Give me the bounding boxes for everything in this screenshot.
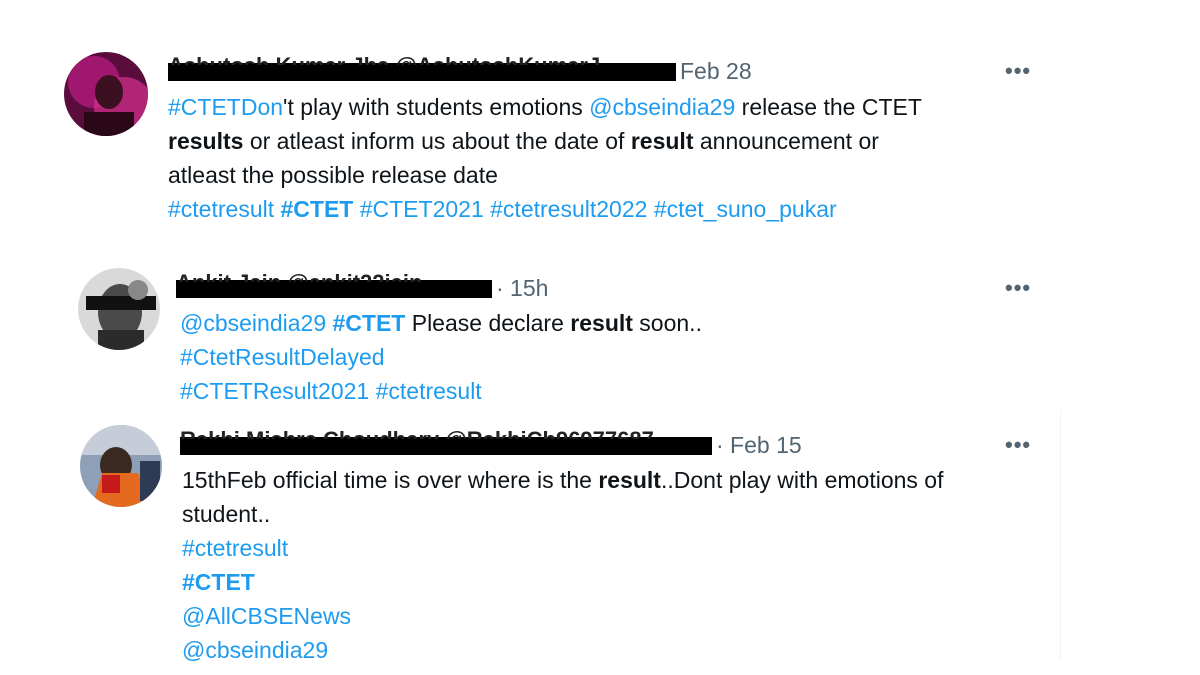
tweet-line: #CTETResult2021 #ctetresult <box>180 374 702 408</box>
tweet-header: Ashutosh Kumar Jha @AshutoshKumarJ Feb 2… <box>168 53 752 85</box>
redacted-username: Rakhi Mishra Choudhary @RakhiCh96977687 <box>180 427 712 455</box>
tweet-timestamp[interactable]: Feb 28 <box>680 58 752 85</box>
tweet-timestamp[interactable]: · 15h <box>496 275 548 302</box>
more-horizontal-icon[interactable]: ••• <box>1005 277 1031 299</box>
text-span: Please declare <box>405 310 571 336</box>
mention-link[interactable]: @cbseindia29 <box>180 310 326 336</box>
more-horizontal-icon[interactable]: ••• <box>1005 60 1031 82</box>
hashtag-link[interactable]: #CtetResultDelayed <box>180 344 385 370</box>
tweet-text: 15thFeb official time is over where is t… <box>182 463 944 667</box>
hashtag-link[interactable]: #ctetresult2022 <box>490 196 647 222</box>
hashtag-link[interactable]: #CTET <box>182 569 255 595</box>
tweet-line: #ctetresult <box>182 531 944 565</box>
more-horizontal-icon[interactable]: ••• <box>1005 434 1031 456</box>
tweet-line: @AllCBSENews <box>182 599 944 633</box>
tweet-line: results or atleast inform us about the d… <box>168 124 922 158</box>
tweet-header: Ankit Jain @ankit22jain · 15h <box>176 270 548 302</box>
hashtag-link[interactable]: #ctetresult <box>182 535 288 561</box>
tweet-header: Rakhi Mishra Choudhary @RakhiCh96977687 … <box>180 427 802 459</box>
divider <box>1060 410 1061 660</box>
tweet-line: #ctetresult #CTET #CTET2021 #ctetresult2… <box>168 192 922 226</box>
hashtag-link[interactable]: #ctetresult <box>376 378 482 404</box>
tweet-line: atleast the possible release date <box>168 158 922 192</box>
avatar[interactable] <box>78 268 160 350</box>
avatar[interactable] <box>80 425 162 507</box>
avatar[interactable] <box>64 52 148 136</box>
redacted-username: Ashutosh Kumar Jha @AshutoshKumarJ <box>168 53 676 81</box>
tweet-line: #CTET <box>182 565 944 599</box>
text-span: student.. <box>182 501 271 527</box>
text-span: announcement or <box>693 128 879 154</box>
tweet-thread-screenshot: Ashutosh Kumar Jha @AshutoshKumarJ Feb 2… <box>0 0 1200 675</box>
text-span: release the CTET <box>735 94 922 120</box>
tweet-line: student.. <box>182 497 944 531</box>
hashtag-link[interactable]: #CTET <box>333 310 406 336</box>
bold-text: results <box>168 128 244 154</box>
bold-text: result <box>598 467 661 493</box>
text-span: 15thFeb official time is over where is t… <box>182 467 599 493</box>
tweet-text: #CTETDon't play with students emotions @… <box>168 90 922 226</box>
redacted-username: Ankit Jain @ankit22jain <box>176 270 492 298</box>
tweet-line: #CTETDon't play with students emotions @… <box>168 90 922 124</box>
text-span: 't play with students emotions <box>283 94 590 120</box>
tweet-line: @cbseindia29 #CTET Please declare result… <box>180 306 702 340</box>
mention-link[interactable]: @cbseindia29 <box>589 94 735 120</box>
text-span: or atleast inform us about the date of <box>243 128 631 154</box>
tweet-line: 15thFeb official time is over where is t… <box>182 463 944 497</box>
tweet-line: #CtetResultDelayed <box>180 340 702 374</box>
tweet-line: @cbseindia29 <box>182 633 944 667</box>
mention-link[interactable]: @cbseindia29 <box>182 637 328 663</box>
mention-link[interactable]: @AllCBSENews <box>182 603 351 629</box>
text-span: soon.. <box>632 310 702 336</box>
bold-text: result <box>630 128 694 154</box>
tweet-timestamp[interactable]: · Feb 15 <box>716 432 802 459</box>
hashtag-link[interactable]: #CTETResult2021 <box>180 378 369 404</box>
hashtag-link[interactable]: #ctet_suno_pukar <box>654 196 837 222</box>
hashtag-link[interactable]: #CTETDon <box>168 94 283 120</box>
hashtag-link[interactable]: #ctetresult <box>168 196 274 222</box>
bold-text: result <box>570 310 633 336</box>
tweet-text: @cbseindia29 #CTET Please declare result… <box>180 306 702 408</box>
text-span: atleast the possible release date <box>168 162 498 188</box>
text-span: ..Dont play with emotions of <box>660 467 944 493</box>
hashtag-link[interactable]: #CTET2021 <box>360 196 484 222</box>
hashtag-link[interactable]: #CTET <box>281 196 354 222</box>
